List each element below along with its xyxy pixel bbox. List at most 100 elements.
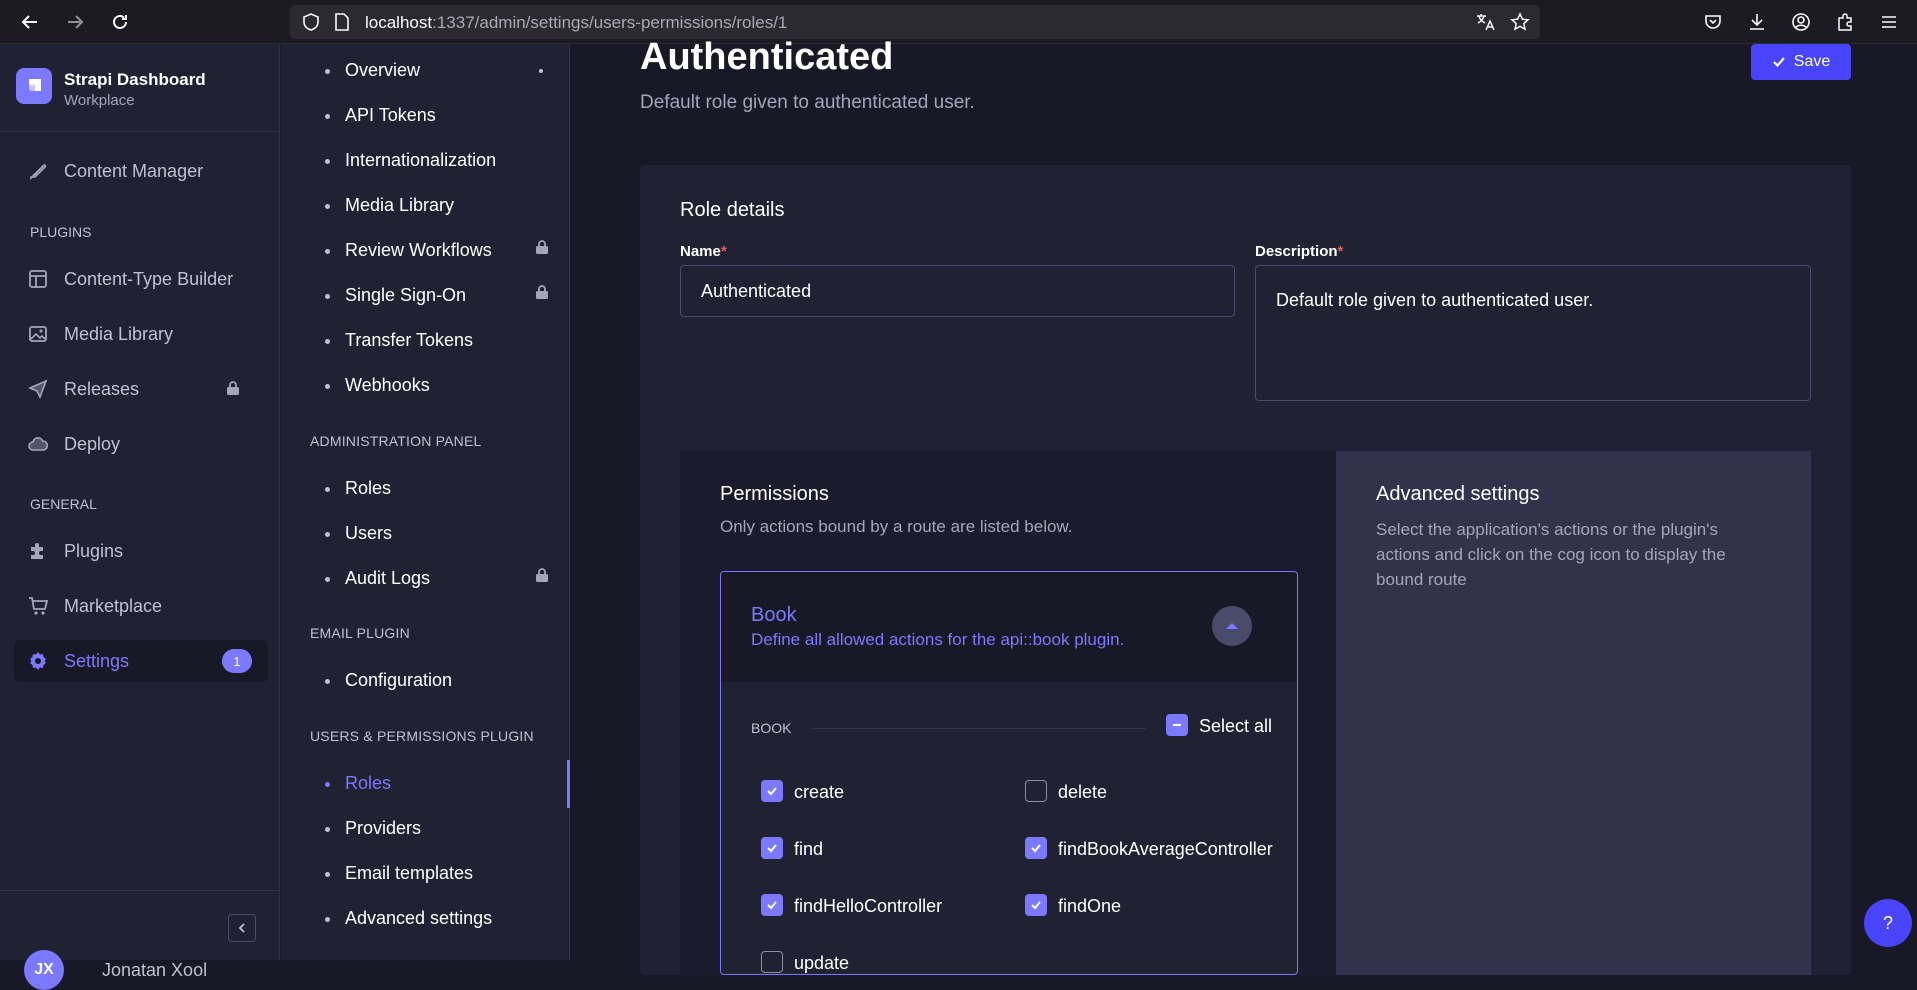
- save-label: Save: [1793, 53, 1831, 70]
- translate-icon[interactable]: [1475, 12, 1495, 37]
- url-host: localhost: [365, 13, 433, 32]
- checkbox-update[interactable]: [761, 951, 783, 973]
- nav-marketplace[interactable]: Marketplace: [14, 585, 268, 627]
- page-info-icon[interactable]: [334, 13, 350, 36]
- bullet: [325, 159, 330, 164]
- nav-media-library[interactable]: Media Library: [14, 313, 268, 355]
- nav-label: Marketplace: [64, 596, 163, 616]
- bullet: [325, 782, 330, 787]
- name-input[interactable]: [680, 265, 1235, 317]
- subnav-single-sign-on[interactable]: Single Sign-On: [345, 285, 466, 306]
- bullet: [325, 204, 330, 209]
- collapse-nav-button[interactable]: [228, 914, 256, 942]
- feather-icon: [30, 164, 47, 180]
- check-icon: [767, 844, 777, 853]
- check-icon: [767, 901, 777, 910]
- brand-subtitle: Workplace: [64, 92, 135, 109]
- accordion-header[interactable]: Book Define all allowed actions for the …: [721, 572, 1297, 682]
- back-icon[interactable]: [17, 9, 43, 35]
- save-button[interactable]: Save: [1751, 44, 1851, 80]
- subnav-admin-roles[interactable]: Roles: [345, 478, 391, 499]
- browser-toolbar: localhost:1337/admin/settings/users-perm…: [0, 0, 1917, 44]
- nav-label: Content-Type Builder: [64, 269, 234, 289]
- nav-label: Settings: [64, 651, 130, 671]
- check-icon: [1772, 57, 1785, 68]
- nav-deploy[interactable]: Deploy: [14, 423, 268, 465]
- account-icon[interactable]: [1789, 10, 1813, 34]
- nav-content-type-builder[interactable]: Content-Type Builder: [14, 258, 268, 300]
- checkbox-label: findOne: [1058, 896, 1122, 916]
- book-accordion: Book Define all allowed actions for the …: [720, 571, 1298, 975]
- strapi-logo-icon: [16, 68, 52, 104]
- forward-icon[interactable]: [62, 9, 88, 35]
- subnav-audit-logs[interactable]: Audit Logs: [345, 568, 430, 589]
- checkbox-find-hello[interactable]: [761, 894, 783, 916]
- select-all-label[interactable]: Select all: [1199, 716, 1272, 737]
- nav-label: Releases: [64, 379, 140, 399]
- group-divider: [811, 728, 1146, 729]
- nav-label: Media Library: [64, 324, 174, 344]
- subnav-webhooks[interactable]: Webhooks: [345, 375, 430, 396]
- advanced-settings-panel: Advanced settings Select the application…: [1336, 451, 1811, 975]
- nav-content-manager[interactable]: Content Manager: [14, 150, 268, 192]
- nav-plugins[interactable]: Plugins: [14, 530, 268, 572]
- description-label-text: Description: [1255, 243, 1338, 260]
- gear-icon: [30, 652, 46, 670]
- user-name: Jonatan Xool: [102, 960, 208, 980]
- nav-label: Deploy: [64, 434, 121, 454]
- cart-icon: [29, 597, 48, 615]
- subnav-users[interactable]: Users: [345, 523, 392, 544]
- image-icon: [29, 326, 47, 342]
- page-title: Authenticated: [640, 36, 894, 78]
- subnav-overview[interactable]: Overview: [345, 60, 420, 81]
- brand-divider: [0, 131, 279, 132]
- user-profile[interactable]: JX Jonatan Xool: [24, 950, 207, 990]
- bullet: [325, 69, 330, 74]
- accordion-toggle[interactable]: [1212, 606, 1252, 646]
- checkbox-find[interactable]: [761, 837, 783, 859]
- lock-icon: [536, 240, 548, 254]
- address-bar[interactable]: localhost:1337/admin/settings/users-perm…: [290, 5, 1540, 39]
- checkbox-find-one[interactable]: [1025, 894, 1047, 916]
- page-subtitle: Default role given to authenticated user…: [640, 92, 975, 113]
- pocket-icon[interactable]: [1701, 10, 1725, 34]
- avatar: JX: [24, 950, 64, 990]
- subnav-advanced-settings[interactable]: Advanced settings: [345, 908, 492, 929]
- nav-releases[interactable]: Releases: [14, 368, 268, 410]
- menu-icon[interactable]: [1877, 10, 1901, 34]
- bullet: [325, 249, 330, 254]
- subnav-email-templates[interactable]: Email templates: [345, 863, 473, 884]
- nav-label: Content Manager: [64, 161, 204, 181]
- advanced-settings-heading: Advanced settings: [1376, 483, 1540, 505]
- subnav-review-workflows[interactable]: Review Workflows: [345, 240, 492, 261]
- section-email-plugin: EMAIL PLUGIN: [310, 625, 410, 641]
- subnav-configuration[interactable]: Configuration: [345, 670, 452, 691]
- subnav-transfer-tokens[interactable]: Transfer Tokens: [345, 330, 473, 351]
- bullet: [325, 384, 330, 389]
- subnav-api-tokens[interactable]: API Tokens: [345, 105, 436, 126]
- select-all-checkbox[interactable]: [1166, 714, 1188, 736]
- nav-settings[interactable]: Settings 1: [14, 640, 268, 682]
- section-administration-panel: ADMINISTRATION PANEL: [310, 433, 482, 449]
- checkbox-create[interactable]: [761, 780, 783, 802]
- bullet: [325, 532, 330, 537]
- bullet: [325, 294, 330, 299]
- checkbox-label: findBookAverageController: [1058, 839, 1273, 859]
- shield-icon[interactable]: [302, 13, 320, 36]
- checkbox-find-book-average[interactable]: [1025, 837, 1047, 859]
- subnav-providers[interactable]: Providers: [345, 818, 421, 839]
- description-label: Description*: [1255, 243, 1343, 260]
- subnav-media-library[interactable]: Media Library: [345, 195, 454, 216]
- download-icon[interactable]: [1745, 10, 1769, 34]
- description-textarea[interactable]: Default role given to authenticated user…: [1255, 265, 1811, 401]
- help-button[interactable]: ?: [1864, 899, 1912, 947]
- extensions-icon[interactable]: [1833, 10, 1857, 34]
- main-content: Authenticated Default role given to auth…: [571, 36, 1917, 975]
- url-text[interactable]: localhost:1337/admin/settings/users-perm…: [365, 13, 787, 33]
- checkbox-delete[interactable]: [1025, 780, 1047, 802]
- subnav-up-roles[interactable]: Roles: [345, 773, 391, 794]
- section-users-permissions-plugin: USERS & PERMISSIONS PLUGIN: [310, 728, 534, 744]
- subnav-internationalization[interactable]: Internationalization: [345, 150, 496, 171]
- reload-icon[interactable]: [107, 9, 133, 35]
- bookmark-star-icon[interactable]: [1510, 12, 1530, 37]
